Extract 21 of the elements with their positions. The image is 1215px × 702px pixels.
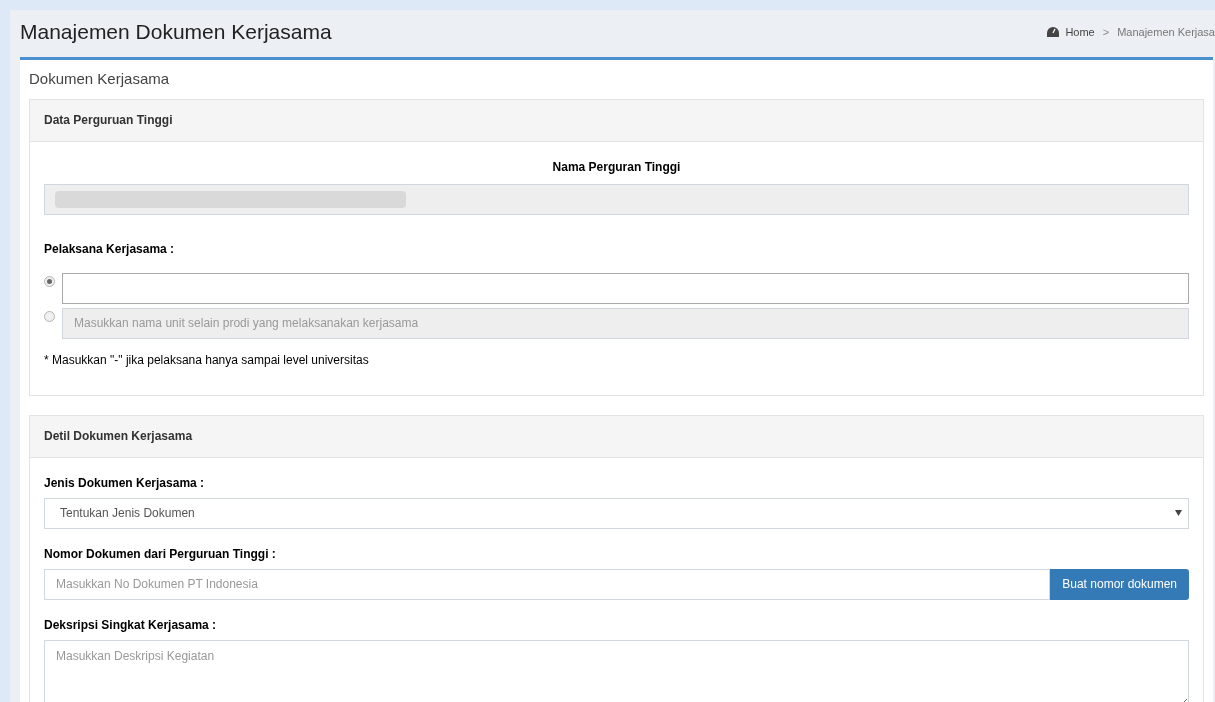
generate-number-button[interactable]: Buat nomor dokumen	[1050, 568, 1189, 600]
radio-button[interactable]	[44, 275, 55, 287]
dashboard-icon	[1047, 27, 1060, 37]
page-title: Manajemen Dokumen Kerjasama	[20, 19, 332, 46]
text-input[interactable]: Masukkan No Dokumen PT Indonesia	[44, 568, 1051, 600]
caret-icon	[1175, 510, 1182, 516]
panel-heading: Detil Dokumen Kerjasama	[30, 415, 1203, 458]
field-label: Pelaksana Kerjasama :	[44, 240, 176, 258]
panel-heading: Data Perguruan Tinggi	[30, 99, 1203, 142]
text-input[interactable]	[62, 272, 1189, 304]
field-label: Nama Perguran Tinggi	[551, 158, 682, 176]
hint-text: * Masukkan "-" jika pelaksana hanya sampai level universitas	[44, 351, 370, 369]
field-label: Deksripsi Singkat Kerjasama :	[44, 616, 218, 634]
breadcrumb-link[interactable]: Home	[1065, 23, 1095, 41]
field-label: Nomor Dokumen dari Perguruan Tinggi :	[44, 545, 277, 563]
breadcrumb-link[interactable]: Manajemen Kerjasa	[1117, 23, 1215, 41]
box-title: Dokumen Kerjasama	[29, 69, 171, 89]
text-area[interactable]: Masukkan Deskripsi Kegiatan	[44, 639, 1189, 702]
field-label: Jenis Dokumen Kerjasama :	[44, 474, 206, 492]
breadcrumb-separator: >	[1101, 24, 1111, 40]
dropdown[interactable]: Tentukan Jenis Dokumen	[44, 497, 1189, 529]
